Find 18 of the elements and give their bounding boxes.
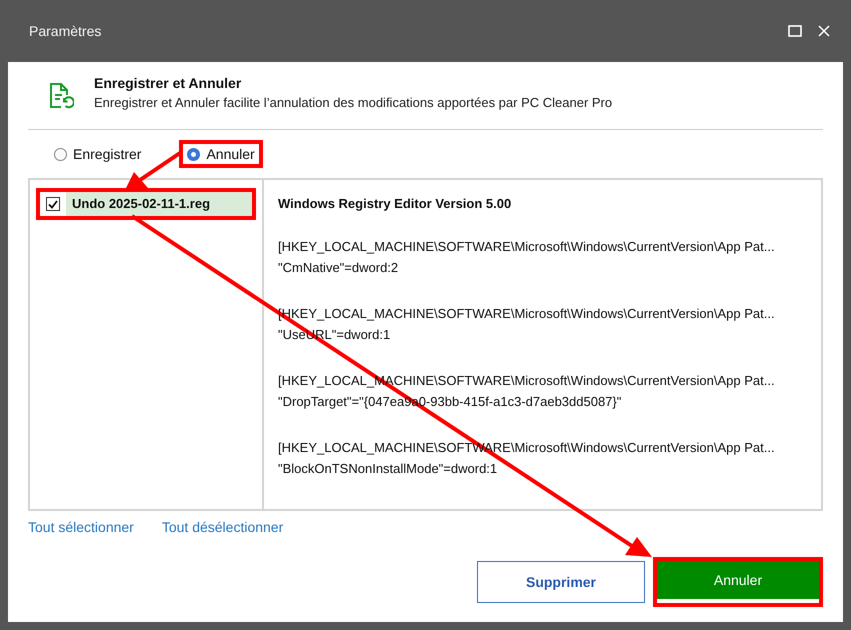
maximize-icon[interactable]: [788, 25, 802, 37]
select-link[interactable]: Tout désélectionner: [162, 519, 284, 541]
registry-value-line: "BlockOnTSNonInstallMode"=dword:1: [278, 460, 498, 478]
radio-option[interactable]: Enregistrer: [54, 146, 142, 162]
registry-value-line: "CmNative"=dword:2: [278, 259, 400, 277]
registry-key-line: [HKEY_LOCAL_MACHINE\SOFTWARE\Microsoft\Windows\CurrentVersion\App Pat...: [278, 238, 776, 256]
delete-button[interactable]: Supprimer: [477, 561, 645, 603]
close-icon[interactable]: [818, 25, 830, 37]
section-description: Enregistrer et Annuler facilite l’annulation des modifications apportées par PC Cleaner Pro: [94, 95, 612, 110]
section-title: Enregistrer et Annuler: [94, 75, 242, 91]
window-title: Paramètres: [29, 23, 102, 39]
select-link[interactable]: Tout sélectionner: [28, 519, 134, 541]
radio-option[interactable]: Annuler: [187, 146, 255, 162]
checkbox[interactable]: [46, 197, 60, 211]
undo-button[interactable]: Annuler: [657, 561, 819, 599]
file-list-item[interactable]: Undo 2025-02-11-1.reg: [66, 192, 252, 216]
preview-heading: Windows Registry Editor Version 5.00: [278, 196, 512, 211]
document-undo-icon: [48, 82, 74, 110]
